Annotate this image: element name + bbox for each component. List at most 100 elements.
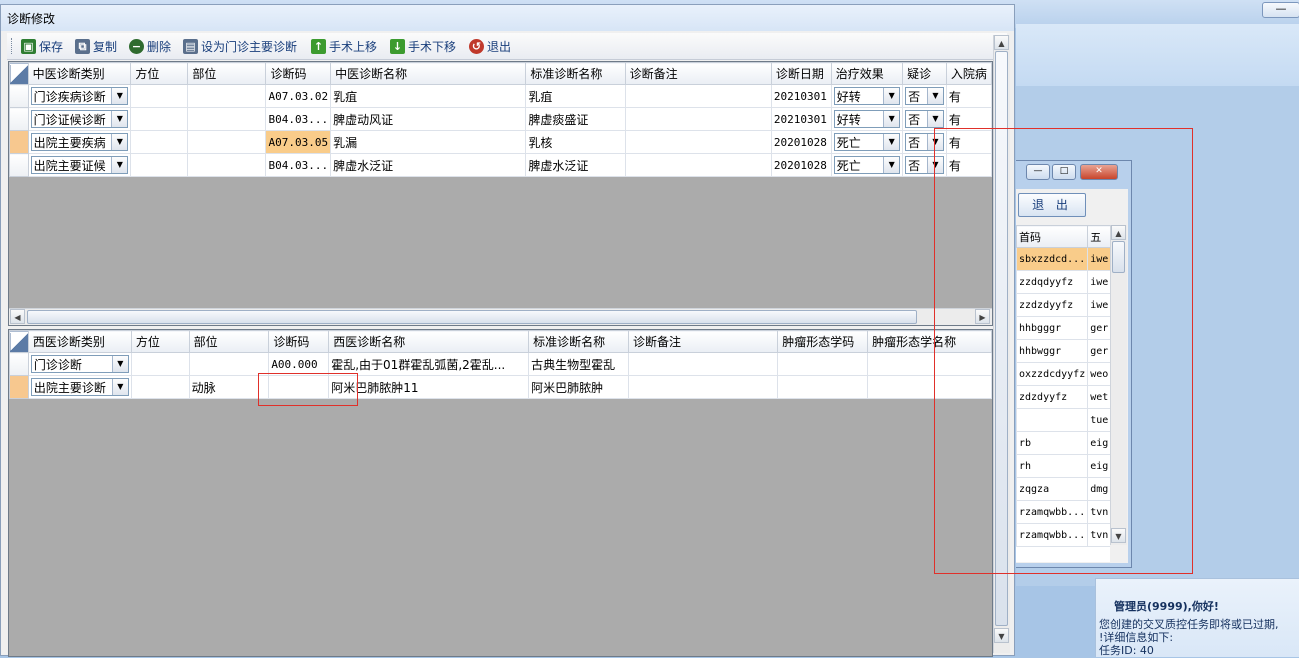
- effect-combo[interactable]: 好转 ▼: [833, 110, 901, 128]
- column-header[interactable]: 入院病: [945, 62, 992, 85]
- grid-corner[interactable]: [9, 62, 29, 85]
- effect-combo[interactable]: 好转 ▼: [833, 87, 901, 105]
- note-cell[interactable]: [627, 352, 779, 376]
- table-row[interactable]: 门诊诊断 ▼ A00.000 霍乱,由于01群霍乱弧菌,2霍乱... 古典生物型霍…: [9, 352, 992, 376]
- name-cell[interactable]: 乳疽: [330, 84, 527, 108]
- scroll-thumb[interactable]: [27, 310, 917, 324]
- column-header[interactable]: 中医诊断类别: [27, 62, 132, 85]
- name-cell[interactable]: 霍乱,由于01群霍乱弧菌,2霍乱...: [328, 352, 530, 376]
- date-cell[interactable]: 20210301: [770, 84, 832, 108]
- code-cell[interactable]: B04.03...: [265, 153, 332, 177]
- category-cell[interactable]: 出院主要证候 ▼: [27, 153, 132, 177]
- row-header[interactable]: [9, 107, 29, 131]
- column-header[interactable]: 部位: [188, 330, 270, 353]
- std-name-cell[interactable]: 古典生物型霍乱: [528, 352, 629, 376]
- site-cell[interactable]: [187, 84, 267, 108]
- site-cell[interactable]: [187, 130, 267, 154]
- name-cell[interactable]: 脾虚动风证: [330, 107, 527, 131]
- code-cell[interactable]: A07.03.02: [265, 84, 332, 108]
- column-header[interactable]: 疑诊: [902, 62, 947, 85]
- save-button[interactable]: ▣ 保存: [21, 36, 63, 56]
- chevron-down-icon[interactable]: ▼: [926, 88, 943, 104]
- position-cell[interactable]: [130, 84, 189, 108]
- table-row[interactable]: 出院主要证候 ▼ B04.03... 脾虚水泛证 脾虚水泛证 20201028 死…: [9, 153, 992, 177]
- column-header[interactable]: 方位: [130, 62, 189, 85]
- category-combo[interactable]: 出院主要证候 ▼: [30, 156, 129, 174]
- site-cell[interactable]: [187, 153, 267, 177]
- scroll-down-icon[interactable]: ▼: [994, 628, 1009, 643]
- row-header[interactable]: [9, 153, 29, 177]
- name-cell[interactable]: 脾虚水泛证: [330, 153, 527, 177]
- category-combo[interactable]: 门诊诊断 ▼: [30, 355, 129, 373]
- note-cell[interactable]: [624, 107, 772, 131]
- std-name-cell[interactable]: 脾虚水泛证: [525, 153, 626, 177]
- row-header-current[interactable]: [9, 375, 29, 399]
- column-header[interactable]: 方位: [130, 330, 190, 353]
- column-header[interactable]: 中医诊断名称: [330, 62, 527, 85]
- row-header-current[interactable]: [9, 130, 29, 154]
- chevron-down-icon[interactable]: ▼: [111, 356, 128, 372]
- category-combo[interactable]: 门诊证候诊断 ▼: [30, 110, 129, 128]
- column-header[interactable]: 肿瘤形态学码: [777, 330, 869, 353]
- category-cell[interactable]: 出院主要诊断 ▼: [27, 375, 132, 399]
- column-header[interactable]: 诊断备注: [627, 330, 779, 353]
- effect-cell[interactable]: 好转 ▼: [830, 107, 904, 131]
- chevron-down-icon[interactable]: ▼: [111, 88, 128, 104]
- table-row[interactable]: 出院主要疾病 ▼ A07.03.05 乳漏 乳核 20201028 死亡 ▼ 否 ▼ …: [9, 130, 992, 154]
- code-cell[interactable]: B04.03...: [265, 107, 332, 131]
- suspect-combo[interactable]: 否 ▼: [905, 110, 944, 128]
- exit-button[interactable]: ↺ 退出: [469, 36, 511, 56]
- note-cell[interactable]: [624, 130, 772, 154]
- category-cell[interactable]: 门诊疾病诊断 ▼: [27, 84, 132, 108]
- effect-cell[interactable]: 死亡 ▼: [830, 130, 904, 154]
- column-header[interactable]: 标准诊断名称: [525, 62, 626, 85]
- date-cell[interactable]: 20210301: [770, 107, 832, 131]
- std-name-cell[interactable]: 乳疽: [525, 84, 626, 108]
- column-header[interactable]: 诊断码: [268, 330, 330, 353]
- position-cell[interactable]: [130, 153, 189, 177]
- note-cell[interactable]: [627, 375, 779, 399]
- effect-combo[interactable]: 死亡 ▼: [833, 156, 901, 174]
- column-header[interactable]: 标准诊断名称: [528, 330, 629, 353]
- site-cell[interactable]: [187, 107, 267, 131]
- suspect-combo[interactable]: 否 ▼: [905, 87, 944, 105]
- chevron-down-icon[interactable]: ▼: [883, 157, 900, 173]
- category-combo[interactable]: 门诊疾病诊断 ▼: [30, 87, 129, 105]
- position-cell[interactable]: [130, 352, 190, 376]
- chevron-down-icon[interactable]: ▼: [111, 111, 128, 127]
- set-main-diagnosis-button[interactable]: ▤ 设为门诊主要诊断: [183, 36, 297, 56]
- morph-code-cell[interactable]: [777, 352, 869, 376]
- category-cell[interactable]: 门诊证候诊断 ▼: [27, 107, 132, 131]
- note-cell[interactable]: [624, 84, 772, 108]
- effect-cell[interactable]: 死亡 ▼: [830, 153, 904, 177]
- chevron-down-icon[interactable]: ▼: [926, 111, 943, 127]
- chevron-down-icon[interactable]: ▼: [111, 379, 128, 395]
- column-header[interactable]: 西医诊断类别: [27, 330, 132, 353]
- site-cell[interactable]: [188, 352, 270, 376]
- position-cell[interactable]: [130, 107, 189, 131]
- move-down-button[interactable]: ↓ 手术下移: [390, 36, 456, 56]
- column-header[interactable]: 治疗效果: [830, 62, 904, 85]
- scroll-left-icon[interactable]: ◀: [10, 309, 25, 324]
- table-row[interactable]: 出院主要诊断 ▼ 动脉 阿米巴肺脓肿11 阿米巴肺脓肿: [9, 375, 992, 399]
- chevron-down-icon[interactable]: ▼: [111, 157, 128, 173]
- position-cell[interactable]: [130, 375, 190, 399]
- table-row[interactable]: 门诊疾病诊断 ▼ A07.03.02 乳疽 乳疽 20210301 好转 ▼ 否 ▼ …: [9, 84, 992, 108]
- std-name-cell[interactable]: 脾虚痰盛证: [525, 107, 626, 131]
- delete-button[interactable]: − 删除: [129, 36, 171, 56]
- date-cell[interactable]: 20201028: [770, 153, 832, 177]
- name-cell[interactable]: 乳漏: [330, 130, 527, 154]
- category-cell[interactable]: 出院主要疾病 ▼: [27, 130, 132, 154]
- desktop-minimize-button[interactable]: —: [1262, 2, 1299, 18]
- date-cell[interactable]: 20201028: [770, 130, 832, 154]
- column-header[interactable]: 西医诊断名称: [328, 330, 530, 353]
- row-header[interactable]: [9, 352, 29, 376]
- code-cell-selected[interactable]: A07.03.05: [265, 130, 332, 154]
- column-header[interactable]: 诊断备注: [624, 62, 772, 85]
- chevron-down-icon[interactable]: ▼: [883, 134, 900, 150]
- chevron-down-icon[interactable]: ▼: [883, 111, 900, 127]
- table-row[interactable]: 门诊证候诊断 ▼ B04.03... 脾虚动风证 脾虚痰盛证 20210301 好…: [9, 107, 992, 131]
- note-cell[interactable]: [624, 153, 772, 177]
- grid-corner[interactable]: [9, 330, 29, 353]
- name-cell[interactable]: 阿米巴肺脓肿11: [328, 375, 530, 399]
